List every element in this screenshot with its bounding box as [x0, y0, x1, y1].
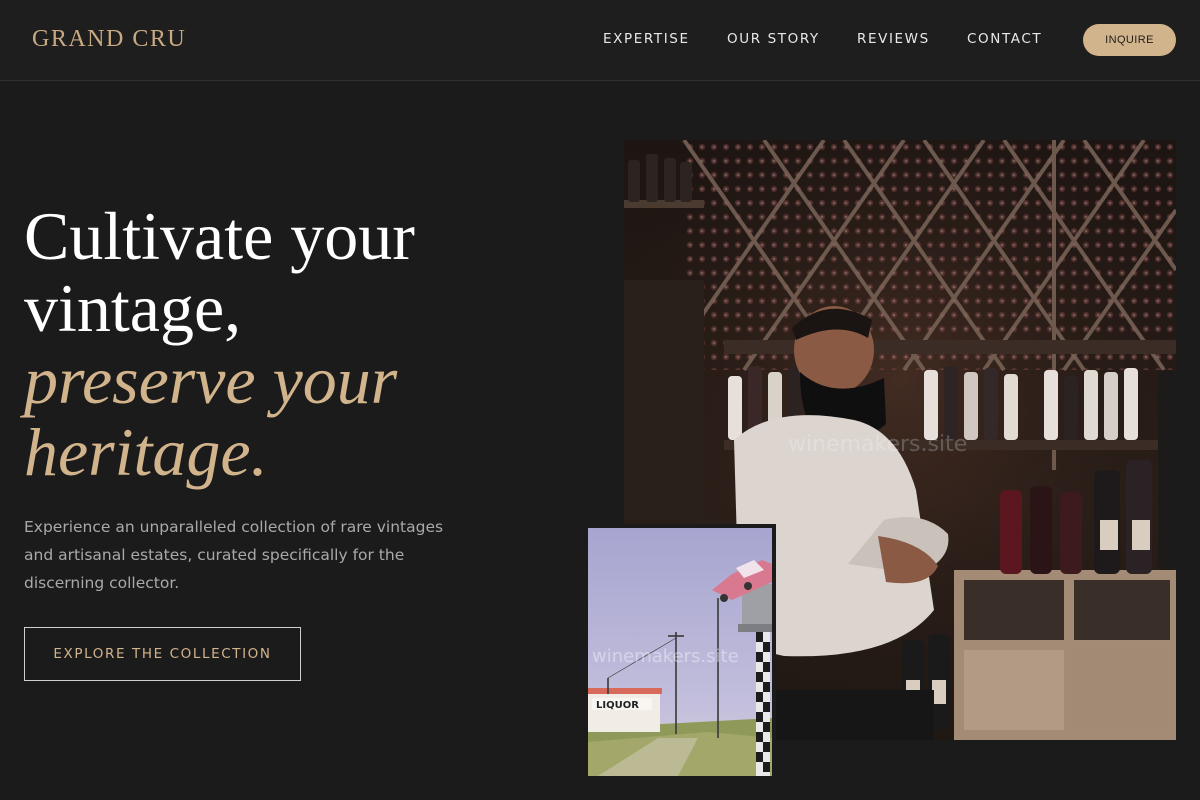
liquor-store-photo: LIQUOR winemakers.site — [588, 528, 772, 776]
hero-title-line: Cultivate your — [24, 198, 415, 274]
watermark: winemakers.site — [788, 432, 968, 457]
inquire-button[interactable]: INQUIRE — [1083, 24, 1176, 56]
nav-link-reviews[interactable]: REVIEWS — [857, 31, 930, 47]
explore-collection-button[interactable]: EXPLORE THE COLLECTION — [24, 627, 301, 681]
hero-title: Cultivate your vintage, preserve your he… — [24, 200, 564, 488]
hero-title-line: vintage, — [24, 270, 242, 346]
hero-subtitle: Experience an unparalleled collection of… — [24, 518, 444, 592]
liquor-sign-text: LIQUOR — [596, 700, 639, 711]
nav-link-contact[interactable]: CONTACT — [967, 31, 1042, 47]
watermark: winemakers.site — [592, 646, 739, 667]
nav-link-our-story[interactable]: OUR STORY — [727, 31, 820, 47]
nav-link-expertise[interactable]: EXPERTISE — [603, 31, 690, 47]
logo[interactable]: GRAND CRU — [32, 26, 186, 53]
site-header: GRAND CRU EXPERTISE OUR STORY REVIEWS CO… — [0, 0, 1200, 81]
hero-title-accent-line: heritage. — [24, 414, 268, 490]
hero-title-accent-line: preserve your — [24, 342, 398, 418]
